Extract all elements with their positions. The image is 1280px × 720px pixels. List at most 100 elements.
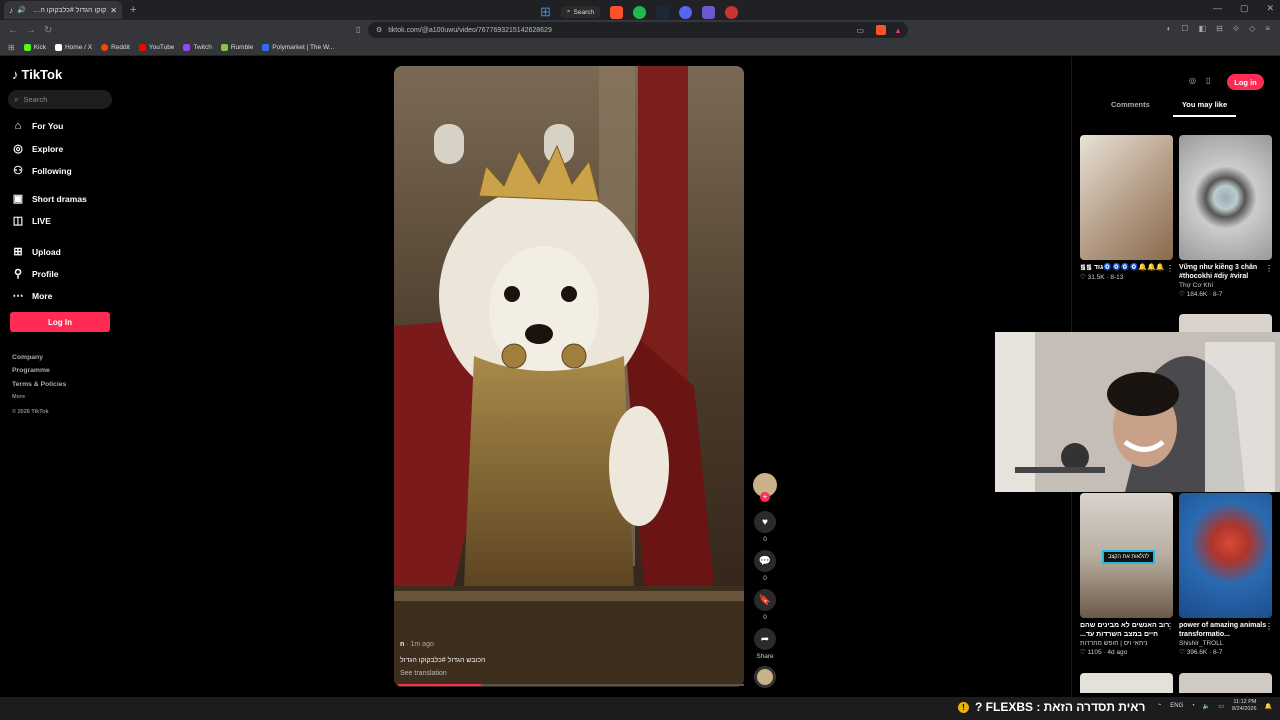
- card-thumbnail[interactable]: [1179, 135, 1272, 260]
- nav-profile[interactable]: ⚲ Profile: [12, 267, 58, 280]
- bookmark-page-icon[interactable]: ▯: [356, 25, 360, 34]
- card-caption[interactable]: power of amazing animals transformatio..…: [1179, 621, 1273, 639]
- brave-shield-icon[interactable]: [876, 25, 886, 35]
- card-thumbnail-partial[interactable]: [1080, 673, 1173, 693]
- card-caption[interactable]: Vững như kiềng 3 chân #thocokhi #diy #vi…: [1179, 263, 1273, 281]
- extension-icon[interactable]: ⊟: [1216, 24, 1223, 34]
- music-disc[interactable]: [753, 666, 777, 688]
- forward-icon[interactable]: →: [26, 25, 36, 36]
- notification-icon[interactable]: 🔔: [1265, 703, 1272, 710]
- like-action[interactable]: ♥ 0: [753, 511, 777, 543]
- url-field[interactable]: ⚙ tiktok.com/@a100uwu/video/767769321514…: [368, 22, 908, 38]
- tiktok-logo[interactable]: ♪ TikTok: [12, 67, 62, 82]
- windows-start-icon[interactable]: ⊞: [540, 4, 551, 20]
- tray-chevron-icon[interactable]: ⌃: [1157, 703, 1162, 710]
- close-window-icon[interactable]: ✕: [1266, 3, 1274, 14]
- volume-icon[interactable]: 🔈: [1203, 703, 1210, 710]
- battery-icon[interactable]: ▭: [1218, 703, 1224, 710]
- network-icon[interactable]: ◔: [1191, 703, 1195, 709]
- footer-programme[interactable]: Programme: [12, 367, 50, 374]
- nav-for-you[interactable]: ⌂ For You: [12, 120, 64, 132]
- share-icon[interactable]: ➦: [754, 628, 776, 650]
- nav-more[interactable]: ⋯ More: [12, 289, 53, 302]
- audio-icon[interactable]: 🔊: [17, 6, 26, 14]
- card-author[interactable]: Shishir_TROLL: [1179, 640, 1273, 647]
- music-disc-icon[interactable]: [754, 666, 776, 688]
- get-app-icon[interactable]: ◎: [1189, 76, 1196, 85]
- creator-avatar-block[interactable]: +: [753, 473, 777, 502]
- nav-live[interactable]: ◫ LIVE: [12, 214, 51, 227]
- site-info-icon[interactable]: ⚙: [376, 26, 382, 34]
- heart-icon[interactable]: ♥: [754, 511, 776, 533]
- browser-tab[interactable]: ♪ 🔊 קוקו הגדול #כלבקוקו הכובש הגדול ✕: [4, 1, 122, 19]
- bookmark-youtube[interactable]: YouTube: [138, 44, 174, 51]
- brave-rewards-icon[interactable]: ▲: [894, 26, 902, 35]
- recommended-card[interactable]: ᯾᯾ גוד🧿🧿🧿🧿🔔🔔🔔 ♡ 31.5K · 8-13: [1080, 135, 1174, 281]
- bookmark-rumble[interactable]: Rumble: [220, 44, 253, 51]
- bookmark-twitch[interactable]: Twitch: [183, 44, 212, 51]
- bookmark-kick[interactable]: Kick: [23, 44, 46, 51]
- taskbar-search[interactable]: ⌕ Search: [560, 6, 601, 18]
- tab-comments[interactable]: Comments: [1111, 100, 1150, 109]
- comment-icon[interactable]: 💬: [754, 550, 776, 572]
- cast-icon[interactable]: ▭: [856, 26, 864, 35]
- card-author[interactable]: ניתאי ויס | חופש מחרדות: [1080, 640, 1174, 647]
- discord-icon[interactable]: [679, 5, 693, 19]
- close-tab-icon[interactable]: ✕: [110, 6, 117, 15]
- bookmark-x[interactable]: Home / X: [54, 44, 92, 51]
- login-button[interactable]: Log In: [10, 312, 110, 332]
- extension-icon[interactable]: ⟐: [1233, 24, 1239, 34]
- card-thumbnail-partial[interactable]: [1179, 314, 1272, 332]
- card-thumbnail[interactable]: להלאות את הקצב: [1080, 493, 1173, 618]
- save-action[interactable]: 🔖 0: [753, 589, 777, 621]
- card-thumbnail-partial[interactable]: [1179, 673, 1272, 693]
- bookmark-polymarket[interactable]: Polymarket | The W...: [262, 44, 334, 51]
- card-thumbnail[interactable]: [1179, 493, 1272, 618]
- spotify-icon[interactable]: [633, 5, 647, 19]
- brave-browser-icon[interactable]: [610, 5, 624, 19]
- reload-icon[interactable]: ↻: [44, 25, 52, 36]
- back-icon[interactable]: ←: [8, 25, 18, 36]
- video-author[interactable]: n: [400, 641, 404, 648]
- maximize-icon[interactable]: ▢: [1240, 3, 1249, 14]
- video-progress-bar[interactable]: [398, 684, 744, 686]
- minimize-icon[interactable]: —: [1213, 3, 1222, 14]
- wallet-icon[interactable]: ◇: [1249, 24, 1255, 34]
- search-input[interactable]: ⌕ Search: [8, 90, 112, 109]
- nav-explore[interactable]: ◎ Explore: [12, 142, 63, 155]
- card-caption[interactable]: רוב האנשים לא מבינים שהם חיים במצב השרדו…: [1080, 621, 1174, 639]
- extension-icon[interactable]: ◐: [1167, 24, 1172, 34]
- footer-terms[interactable]: Terms & Policies: [12, 381, 66, 388]
- follow-plus-icon[interactable]: +: [760, 492, 770, 502]
- card-more-icon[interactable]: ⋮: [1166, 264, 1174, 273]
- bookmark-reddit[interactable]: Reddit: [101, 44, 130, 51]
- see-translation-link[interactable]: See translation: [400, 670, 447, 677]
- app-icon[interactable]: [725, 5, 739, 19]
- card-thumbnail[interactable]: [1080, 135, 1173, 260]
- recommended-card[interactable]: power of amazing animals transformatio..…: [1179, 493, 1273, 656]
- card-author[interactable]: Thợ Cơ Khí: [1179, 282, 1273, 289]
- device-icon[interactable]: ▯: [1206, 76, 1210, 85]
- card-caption[interactable]: ᯾᯾ גוד🧿🧿🧿🧿🔔🔔🔔: [1080, 263, 1174, 272]
- creator-avatar[interactable]: +: [753, 473, 777, 502]
- extension-icon[interactable]: ☐: [1181, 24, 1188, 34]
- recommended-card[interactable]: Vững như kiềng 3 chân #thocokhi #diy #vi…: [1179, 135, 1273, 298]
- new-tab-icon[interactable]: +: [130, 4, 136, 16]
- app-icon[interactable]: [702, 5, 716, 19]
- bookmark-icon[interactable]: 🔖: [754, 589, 776, 611]
- footer-more[interactable]: More: [12, 394, 25, 400]
- footer-company[interactable]: Company: [12, 354, 43, 361]
- nav-short-dramas[interactable]: ▣ Short dramas: [12, 192, 87, 205]
- nav-upload[interactable]: ⊞ Upload: [12, 245, 60, 258]
- recommended-card[interactable]: להלאות את הקצב רוב האנשים לא מבינים שהם …: [1080, 493, 1174, 656]
- clock[interactable]: 11:12 PM 8/24/2026: [1232, 699, 1256, 713]
- nav-following[interactable]: ⚇ Following: [12, 164, 72, 177]
- tab-you-may-like[interactable]: You may like: [1173, 100, 1236, 117]
- card-more-icon[interactable]: ⋮: [1166, 622, 1174, 631]
- panel-login-button[interactable]: Log in: [1227, 74, 1264, 90]
- extension-icon[interactable]: ◧: [1199, 24, 1207, 34]
- language-indicator[interactable]: ENG: [1170, 703, 1183, 709]
- steam-icon[interactable]: [656, 5, 670, 19]
- apps-grid-icon[interactable]: ⊞: [8, 43, 15, 52]
- card-more-icon[interactable]: ⋮: [1265, 622, 1273, 631]
